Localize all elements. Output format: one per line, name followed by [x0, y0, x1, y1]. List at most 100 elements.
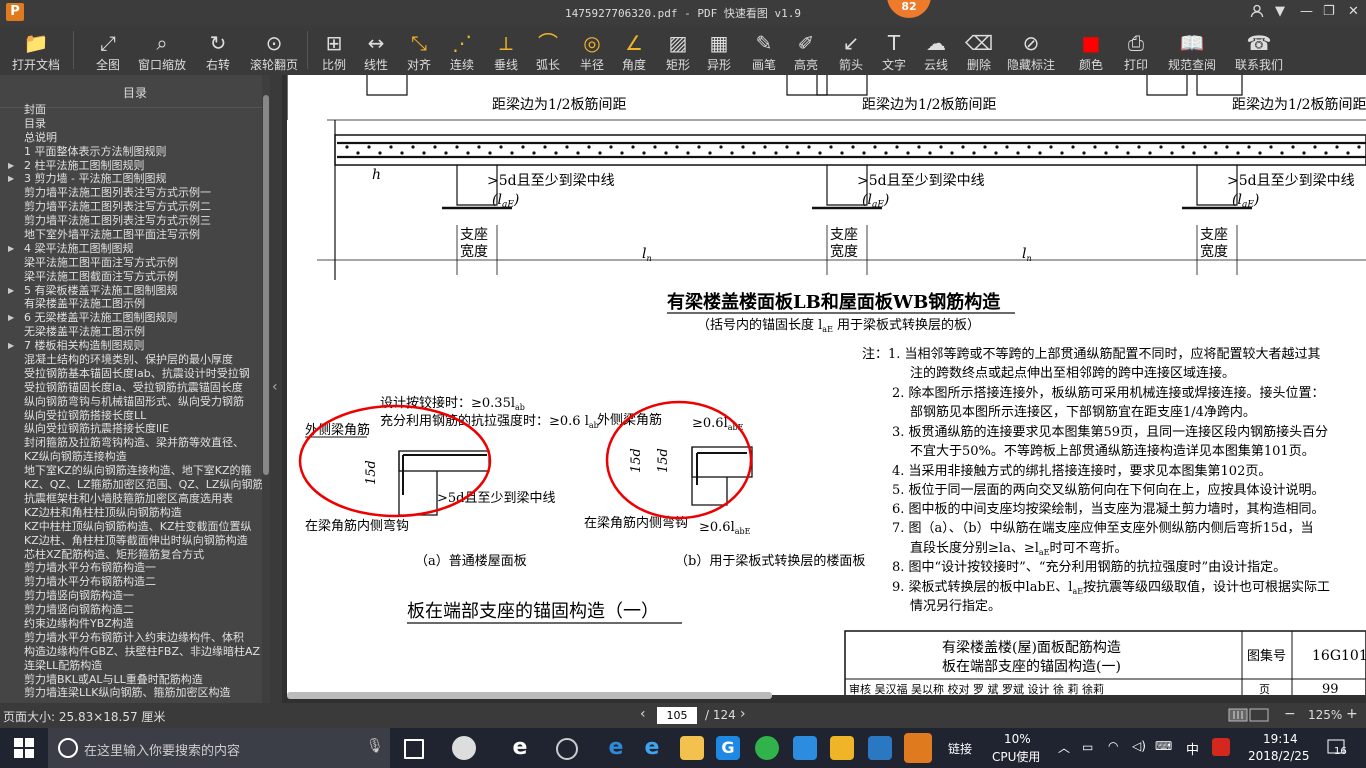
- battery-icon[interactable]: ▭: [1082, 740, 1093, 754]
- task-view-icon[interactable]: [404, 739, 424, 759]
- clock-date[interactable]: 2018/2/25: [1248, 749, 1310, 763]
- toc-item[interactable]: KZ边柱、角柱柱顶等截面伸出时纵向钢筋构造: [0, 534, 262, 548]
- keyboard-icon[interactable]: ⌨: [1155, 739, 1172, 753]
- toc-item[interactable]: 剪力墙平法施工图列表注写方式示例二: [0, 200, 262, 214]
- zoom-out-icon[interactable]: −: [1284, 706, 1296, 722]
- toc-item[interactable]: 地下室外墙平法施工图平面注写示例: [0, 228, 262, 242]
- toc-item[interactable]: 受拉钢筋锚固长度la、受拉钢筋抗震锚固长度: [0, 381, 262, 395]
- toc-item[interactable]: KZ纵向钢筋连接构造: [0, 450, 262, 464]
- microphone-icon[interactable]: 🎙: [366, 738, 384, 754]
- toolbar-button-text[interactable]: T 文字: [878, 27, 910, 73]
- toc-item[interactable]: 封闭箍筋及拉筋弯钩构造、梁并筋等效直径、: [0, 436, 262, 450]
- toc-item[interactable]: 纵向钢筋弯钩与机械锚固形式、纵向受力钢筋: [0, 395, 262, 409]
- horizontal-scrollbar[interactable]: [287, 692, 772, 699]
- toc-item[interactable]: 纵向受拉钢筋抗震搭接长度llE: [0, 422, 262, 436]
- link-label[interactable]: 链接: [948, 740, 972, 757]
- toc-item[interactable]: 有梁楼盖平法施工图示例: [0, 297, 262, 311]
- zoom-in-icon[interactable]: +: [1346, 706, 1358, 722]
- toolbar-button-linear-dim[interactable]: ↔ 线性: [360, 27, 392, 73]
- toc-item[interactable]: ▶ 5 有梁板楼盖平法施工图制图规: [0, 284, 262, 298]
- toolbar-button-print[interactable]: ⎙ 打印: [1120, 27, 1152, 73]
- toolbox-app-icon[interactable]: [868, 736, 892, 760]
- close-icon[interactable]: ✕: [1348, 4, 1359, 19]
- toolbar-button-arc-length[interactable]: ⌒ 弧长: [532, 27, 564, 73]
- toolbar-button-continuous-dim[interactable]: ⋰ 连续: [446, 27, 478, 73]
- page-number-input[interactable]: 105: [657, 707, 697, 724]
- toc-item[interactable]: 封面: [0, 103, 262, 117]
- toolbar-button-mouse-wheel[interactable]: ⊙ 滚轮翻页: [247, 27, 301, 73]
- toolbar-button-cloud-line[interactable]: ☁ 云线: [920, 27, 952, 73]
- windows-start-icon[interactable]: [14, 738, 34, 762]
- spiral-app-icon[interactable]: [556, 738, 578, 760]
- toc-item[interactable]: 剪力墙水平分布钢筋计入约束边缘构件、体积: [0, 631, 262, 645]
- volume-icon[interactable]: ◁): [1132, 739, 1146, 753]
- toolbar-button-fit-all[interactable]: ⤢ 全图: [88, 27, 128, 73]
- toolbar-button-zoom-window[interactable]: ⌕ 窗口缩放: [137, 27, 187, 73]
- toc-item[interactable]: KZ、QZ、LZ箍筋加密区范围、QZ、LZ纵向钢筋: [0, 478, 262, 492]
- menu-dropdown-icon[interactable]: ▼: [1275, 4, 1285, 19]
- toolbar-button-rotate-right[interactable]: ↻ 右转: [199, 27, 237, 73]
- minimize-icon[interactable]: —: [1300, 4, 1313, 19]
- toc-item[interactable]: 剪力墙水平分布钢筋构造二: [0, 575, 262, 589]
- toc-item[interactable]: 剪力墙连梁LLK纵向钢筋、箍筋加密区构造: [0, 686, 262, 700]
- toc-item[interactable]: 纵向受拉钢筋搭接长度LL: [0, 409, 262, 423]
- user-icon[interactable]: [1250, 4, 1264, 22]
- toc-item[interactable]: KZ中柱柱顶纵向钢筋构造、KZ柱变截面位置纵: [0, 520, 262, 534]
- toc-item[interactable]: 总说明: [0, 131, 262, 145]
- notes-app-icon[interactable]: [830, 736, 854, 760]
- sidebar-collapse-handle[interactable]: ‹: [270, 75, 282, 703]
- toc-item[interactable]: 目录: [0, 117, 262, 131]
- toc-item[interactable]: 剪力墙竖向钢筋构造一: [0, 589, 262, 603]
- prev-page-icon[interactable]: ‹: [640, 706, 646, 722]
- expand-arrow-icon[interactable]: ▶: [8, 159, 14, 173]
- toc-item[interactable]: ▶ 4 梁平法施工图制图规: [0, 242, 262, 256]
- toc-item[interactable]: 剪力墙平法施工图列表注写方式示例三: [0, 214, 262, 228]
- toolbar-button-perpendicular[interactable]: ⟂ 垂线: [490, 27, 522, 73]
- toolbar-button-scale[interactable]: ⊞ 比例: [318, 27, 350, 73]
- toc-item[interactable]: 剪力墙竖向钢筋构造二: [0, 603, 262, 617]
- toolbar-button-spec-book[interactable]: 📖 规范查阅: [1166, 27, 1218, 73]
- toc-item[interactable]: 1 平面整体表示方法制图规则: [0, 145, 262, 159]
- toolbar-button-aligned-dim[interactable]: ⤡ 对齐: [403, 27, 435, 73]
- pdf-viewer-taskbar-icon[interactable]: [904, 733, 932, 763]
- sogou-ime-icon[interactable]: [1212, 738, 1230, 756]
- toc-item[interactable]: 剪力墙平法施工图列表注写方式示例一: [0, 186, 262, 200]
- toc-item[interactable]: 混凝土结构的环境类别、保护层的最小厚度: [0, 353, 262, 367]
- document-viewport[interactable]: 距梁边为1/2板筋间距 距梁边为1/2板筋间距 距梁边为1/2板筋间距 >5d且…: [282, 75, 1366, 703]
- toolbar-button-eraser[interactable]: ⌫ 删除: [963, 27, 995, 73]
- next-page-icon[interactable]: ›: [740, 706, 746, 722]
- toc-item[interactable]: 地下室KZ的纵向钢筋连接构造、地下室KZ的箍: [0, 464, 262, 478]
- view-mode-icon[interactable]: [1228, 707, 1272, 726]
- fan-app-icon[interactable]: [452, 736, 476, 760]
- toolbar-button-angle[interactable]: ∠ 角度: [618, 27, 650, 73]
- expand-arrow-icon[interactable]: ▶: [8, 284, 14, 298]
- internet-explorer-icon[interactable]: e: [640, 736, 664, 760]
- toc-item[interactable]: ▶ 3 剪力墙 - 平法施工图制图规: [0, 172, 262, 186]
- toolbar-button-radius[interactable]: ◎ 半径: [576, 27, 608, 73]
- toc-scrollbar[interactable]: [262, 75, 270, 703]
- toc-item[interactable]: 无梁楼盖平法施工图示例: [0, 325, 262, 339]
- ie-legacy-icon[interactable]: e: [508, 736, 532, 760]
- zoom-level[interactable]: 125%: [1308, 708, 1342, 722]
- toolbar-button-folder[interactable]: 📁 打开文档: [10, 27, 62, 73]
- edge-icon[interactable]: e: [604, 736, 628, 760]
- restore-icon[interactable]: ❐: [1323, 4, 1335, 19]
- toc-item[interactable]: 剪力墙水平分布钢筋构造一: [0, 561, 262, 575]
- clock-time[interactable]: 19:14: [1263, 732, 1298, 746]
- toolbar-button-polygon[interactable]: ▦ 异形: [703, 27, 735, 73]
- toc-item[interactable]: 梁平法施工图平面注写方式示例: [0, 256, 262, 270]
- file-explorer-icon[interactable]: [680, 736, 704, 760]
- toc-item[interactable]: 约束边缘构件YBZ构造: [0, 617, 262, 631]
- toc-item[interactable]: 剪力墙BKL或AL与LL重叠时配筋构造: [0, 673, 262, 687]
- expand-arrow-icon[interactable]: ▶: [8, 311, 14, 325]
- toc-item[interactable]: 梁平法施工图截面注写方式示例: [0, 270, 262, 284]
- expand-arrow-icon[interactable]: ▶: [8, 172, 14, 186]
- toolbar-button-rectangle[interactable]: ▨ 矩形: [662, 27, 694, 73]
- toc-item[interactable]: ▶ 6 无梁楼盖平法施工图制图规则: [0, 311, 262, 325]
- toolbar-button-contact[interactable]: ☎ 联系我们: [1233, 27, 1285, 73]
- toc-item[interactable]: 构造边缘构件GBZ、扶壁柱FBZ、非边缘暗柱AZ: [0, 645, 262, 659]
- toc-item[interactable]: KZ边柱和角柱柱顶纵向钢筋构造: [0, 506, 262, 520]
- toc-item[interactable]: 受拉钢筋基本锚固长度lab、抗震设计时受拉钢: [0, 367, 262, 381]
- toolbar-button-hide-annotation[interactable]: ⊘ 隐藏标注: [1005, 27, 1057, 73]
- toolbar-button-color[interactable]: ■ 颜色: [1075, 27, 1107, 73]
